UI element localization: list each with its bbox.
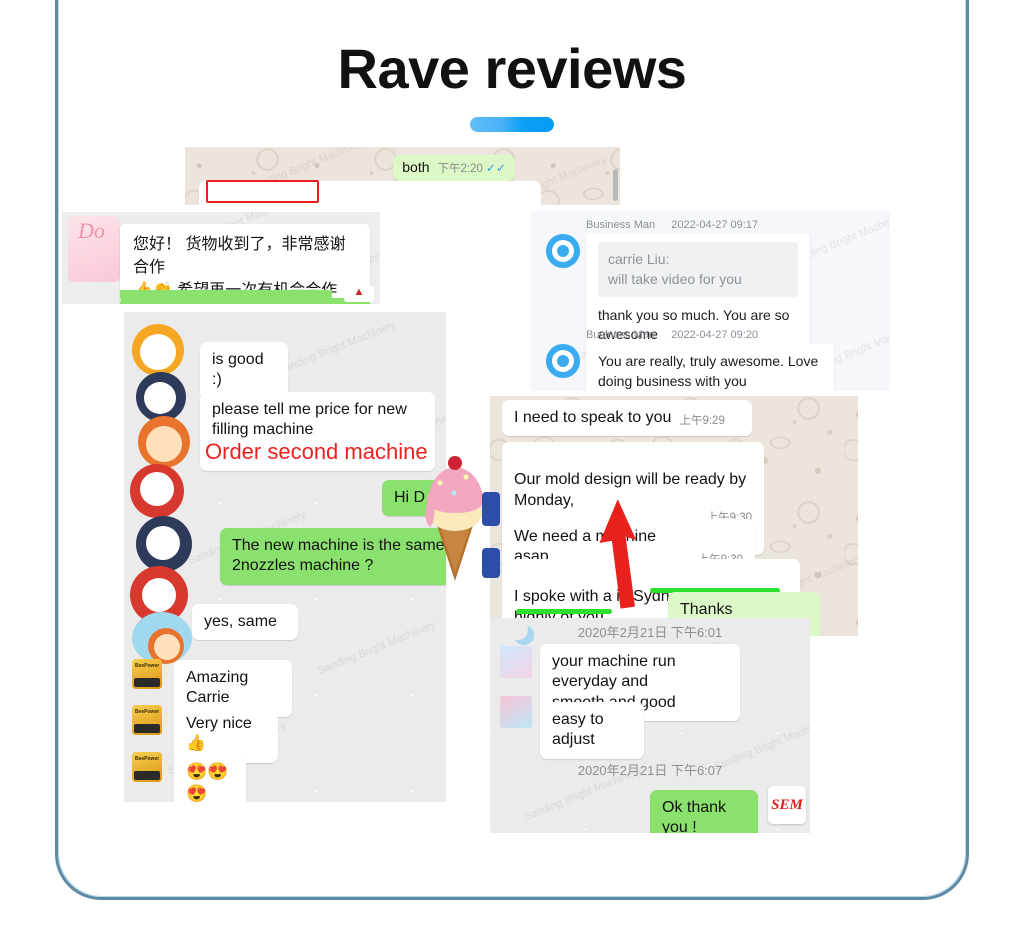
date-separator: 2020年2月21日 下午6:07 — [577, 763, 723, 778]
avatar: BeePower — [132, 752, 162, 782]
avatar: BeePower — [132, 705, 162, 735]
bubble-time: 下午2:20 — [437, 163, 483, 175]
read-ticks-icon: ✓✓ — [485, 161, 506, 175]
scrollbar-thumb[interactable] — [613, 169, 618, 201]
panel-whatsapp-main-chat: Sanding Bright Machinery Sanding Bright … — [490, 396, 858, 636]
decorative-sticker — [482, 492, 500, 526]
sender-name: Business Man — [586, 329, 656, 341]
annotation-arrow-icon — [599, 500, 637, 609]
decorative-sticker — [482, 548, 500, 578]
qq-message-card: You are really, truly awesome. Love doin… — [586, 344, 834, 391]
decorative-moon-icon — [508, 620, 528, 640]
qq-message-meta: Business Man 2022-04-27 09:20 — [586, 329, 758, 341]
sender-name: Business Man — [586, 219, 656, 231]
highlight-box — [206, 180, 319, 203]
date-separator: 2020年2月21日 下午6:01 — [577, 625, 723, 640]
panel-sachet-chat: Sanding Bright Machinery Sanding Bright … — [185, 147, 620, 205]
bubble-time: 上午9:29 — [679, 414, 725, 427]
watermark: Sanding Bright Machinery — [316, 618, 438, 678]
avatar — [500, 696, 532, 728]
panel-qq-business-chat: Sanding Bright Machinery Sanding Bright … — [530, 211, 890, 391]
chat-bubble-in: yes, same — [192, 604, 298, 641]
chat-bubble-out-overflow — [120, 290, 332, 302]
panel-wechat-bottom-chat: Sanding Bright Machinery Sanding Bright … — [490, 638, 810, 833]
chat-bubble-in: 😍😍😍 — [174, 753, 246, 802]
avatar — [546, 344, 580, 378]
avatar — [500, 646, 532, 678]
avatar: BeePower — [132, 659, 162, 689]
chat-bubble-in: I need to speak to you 上午9:29 — [502, 400, 752, 437]
watermark: Sanding Bright Machinery — [276, 318, 398, 378]
quote-text: will take video for you — [608, 271, 742, 288]
chat-bubble-in: is good :) — [200, 342, 288, 399]
sem-logo: SEM — [768, 786, 806, 824]
chat-bubble-in: easy to adjust — [540, 702, 644, 759]
chat-bubble-out: Ok thank you ! — [650, 790, 758, 833]
bubble-text: I need to speak to you — [514, 409, 672, 426]
avatar — [546, 234, 580, 268]
message-timestamp: 2022-04-27 09:20 — [671, 329, 759, 341]
bubble-text: both — [402, 159, 430, 175]
qq-message-meta: Business Man 2022-04-27 09:17 — [586, 219, 758, 231]
chat-bubble-out: both 下午2:20 ✓✓ — [393, 155, 515, 181]
quote-author: carrie Liu: — [608, 251, 670, 267]
chat-bubble-red-overflow: ▲ — [344, 286, 374, 302]
quoted-message: carrie Liu: will take video for you — [598, 242, 798, 297]
reviews-collage: Sanding Bright Machinery Sanding Bright … — [0, 0, 1024, 945]
message-timestamp: 2022-04-27 09:17 — [671, 219, 759, 231]
decorative-sticker-text: Do — [78, 218, 105, 243]
